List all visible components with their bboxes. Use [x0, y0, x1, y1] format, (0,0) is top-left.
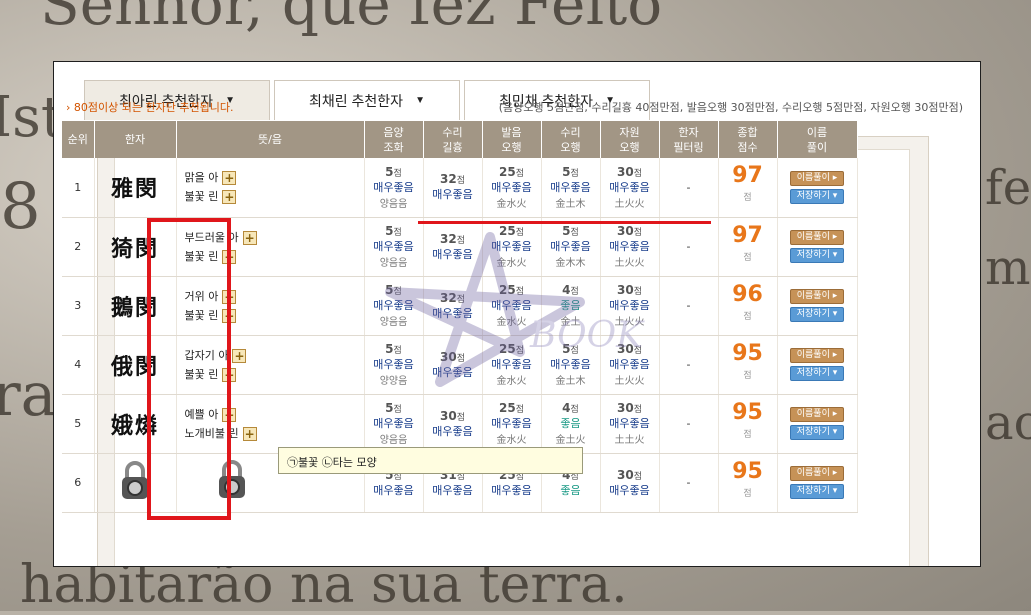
header-hanja-filter: 한자 필터링	[659, 121, 719, 158]
filter-cell: -	[659, 217, 719, 277]
header-name-analysis: 이름 풀이	[777, 121, 858, 158]
score-cell: 25점 매우좋음 金水火	[482, 394, 542, 454]
bg-text-right-1: fez	[985, 160, 1031, 216]
total-score-cell: 95 점	[718, 394, 778, 454]
actions-cell: 이름풀이 ▸ 저장하기 ▾	[777, 217, 858, 277]
plus-icon[interactable]: +	[232, 348, 247, 363]
score-cell: 25점 매우좋음 金水火	[482, 276, 542, 336]
rank-cell: 2	[62, 217, 95, 277]
score-cell: 5점 매우좋음 金土木	[541, 335, 601, 395]
actions-cell: 이름풀이 ▸ 저장하기 ▾	[777, 335, 858, 395]
score-cell: 30점 매우좋음 土土火	[600, 394, 660, 454]
header-suri-ohaeng: 수리 오행	[541, 121, 601, 158]
tab-label: 최채린 추천한자	[309, 92, 404, 109]
filter-cell: -	[659, 158, 719, 218]
total-score-cell: 95 점	[718, 335, 778, 395]
score-cell: 25점 매우좋음 金水火	[482, 158, 542, 218]
rank-cell: 1	[62, 158, 95, 218]
rank-cell: 4	[62, 335, 95, 395]
total-score-cell: 96 점	[718, 276, 778, 336]
rank-cell: 6	[62, 453, 95, 513]
actions-cell: 이름풀이 ▸ 저장하기 ▾	[777, 276, 858, 336]
actions-cell: 이름풀이 ▸ 저장하기 ▾	[777, 453, 858, 513]
plus-icon[interactable]: +	[242, 230, 257, 245]
plus-icon[interactable]: +	[222, 171, 237, 186]
score-cell: 30점 매우좋음	[423, 394, 483, 454]
total-score-cell: 97 점	[718, 217, 778, 277]
name-analysis-button[interactable]: 이름풀이 ▸	[790, 407, 844, 422]
rank-cell: 3	[62, 276, 95, 336]
header-meaning: 뜻/음	[176, 121, 365, 158]
save-button[interactable]: 저장하기 ▾	[790, 188, 844, 204]
score-cell: 30점 매우좋음 土火火	[600, 217, 660, 277]
plus-icon[interactable]: +	[222, 190, 237, 205]
total-score-cell: 97 점	[718, 158, 778, 218]
name-analysis-button[interactable]: 이름풀이 ▸	[790, 289, 844, 304]
score-cell: 4점 좋음 金土火	[541, 394, 601, 454]
save-button[interactable]: 저장하기 ▾	[790, 248, 844, 263]
bg-text-right-3: ao	[985, 395, 1031, 451]
hanja-chars: 雅閔	[110, 176, 159, 203]
score-cell: 5점 매우좋음 양음음	[364, 217, 424, 277]
meaning-cell: 맑을 아 + 불꽃 린 +	[176, 158, 365, 218]
name-analysis-button[interactable]: 이름풀이 ▸	[790, 466, 844, 481]
name-analysis-button[interactable]: 이름풀이 ▸	[790, 170, 844, 186]
plus-icon[interactable]: +	[242, 426, 257, 441]
score-cell: 5점 매우좋음 양음음	[364, 158, 424, 218]
score-cell: 5점 매우좋음 양음음	[364, 394, 424, 454]
rank-cell: 5	[62, 394, 95, 454]
score-cell: 5점 매우좋음 양음음	[364, 276, 424, 336]
score-cell: 5점 매우좋음 金土木	[541, 158, 601, 218]
chevron-down-icon: ▼	[415, 95, 425, 106]
actions-cell: 이름풀이 ▸ 저장하기 ▾	[777, 394, 858, 454]
table-row: 1 雅閔 맑을 아 + 불꽃 린 + 5점 매우좋음 양음음 32점 매우좋음 25…	[62, 158, 858, 218]
meaning-tooltip: ㉠불꽃 ㉡타는 모양	[278, 447, 583, 474]
bg-text-top: Senhor, que fez Feito	[40, 0, 663, 38]
filter-cell: -	[659, 335, 719, 395]
header-hanja: 한자	[94, 121, 177, 158]
score-cell: 30점 매우좋음 土火火	[600, 158, 660, 218]
header-pronunciation-ohaeng: 발음 오행	[482, 121, 542, 158]
highlight-box-hanja	[147, 218, 231, 520]
score-cell: 5점 매우좋음 양양음	[364, 335, 424, 395]
score-cell: 30점 매우좋음	[423, 335, 483, 395]
score-cell: 25점 매우좋음 金水火	[482, 335, 542, 395]
header-jawon-ohaeng: 자원 오행	[600, 121, 660, 158]
score-cell: 32점 매우좋음	[423, 276, 483, 336]
filter-cell: -	[659, 394, 719, 454]
hanja-cell: 雅閔	[94, 158, 177, 218]
save-button[interactable]: 저장하기 ▾	[790, 366, 844, 381]
save-button[interactable]: 저장하기 ▾	[790, 425, 844, 440]
score-cell: 32점 매우좋음	[423, 158, 483, 218]
name-analysis-button[interactable]: 이름풀이 ▸	[790, 230, 844, 245]
highlight-underline-scores	[418, 221, 711, 224]
actions-cell: 이름풀이 ▸ 저장하기 ▾	[777, 158, 858, 218]
header-rank: 순위	[62, 121, 95, 158]
bg-text-left-2: 8	[0, 170, 41, 244]
tab-chaerin[interactable]: 최채린 추천한자 ▼	[274, 80, 460, 120]
score-cell: 32점 매우좋음	[423, 217, 483, 277]
score-cell: 25점 매우좋음 金水火	[482, 217, 542, 277]
table-header: 순위 한자 뜻/음 음양 조화 수리 길흉 발음 오행 수리 오행 자원 오행 한자 필터링…	[62, 121, 858, 158]
score-criteria-note: (음양오행 5점만점, 수리길흉 40점만점, 발음오행 30점만점, 수리오행…	[498, 101, 963, 114]
recommend-notice: › 80점이상 되는 한자단 추천됩니다.	[66, 101, 234, 114]
header-total-score: 종합 점수	[718, 121, 778, 158]
total-score-cell: 95 점	[718, 453, 778, 513]
score-cell: 5점 매우좋음 金木木	[541, 217, 601, 277]
filter-cell: -	[659, 276, 719, 336]
score-cell: 30점 매우좋음	[600, 453, 660, 513]
score-cell: 30점 매우좋음 土火火	[600, 335, 660, 395]
score-cell: 30점 매우좋음 土火火	[600, 276, 660, 336]
save-button[interactable]: 저장하기 ▾	[790, 307, 844, 322]
name-analysis-button[interactable]: 이름풀이 ▸	[790, 348, 844, 363]
header-yinyang: 음양 조화	[364, 121, 424, 158]
bg-text-right-2: mo	[985, 240, 1031, 296]
filter-cell: -	[659, 453, 719, 513]
header-suri-gilhyung: 수리 길흉	[423, 121, 483, 158]
score-cell: 4점 좋음 金土	[541, 276, 601, 336]
save-button[interactable]: 저장하기 ▾	[790, 484, 844, 499]
